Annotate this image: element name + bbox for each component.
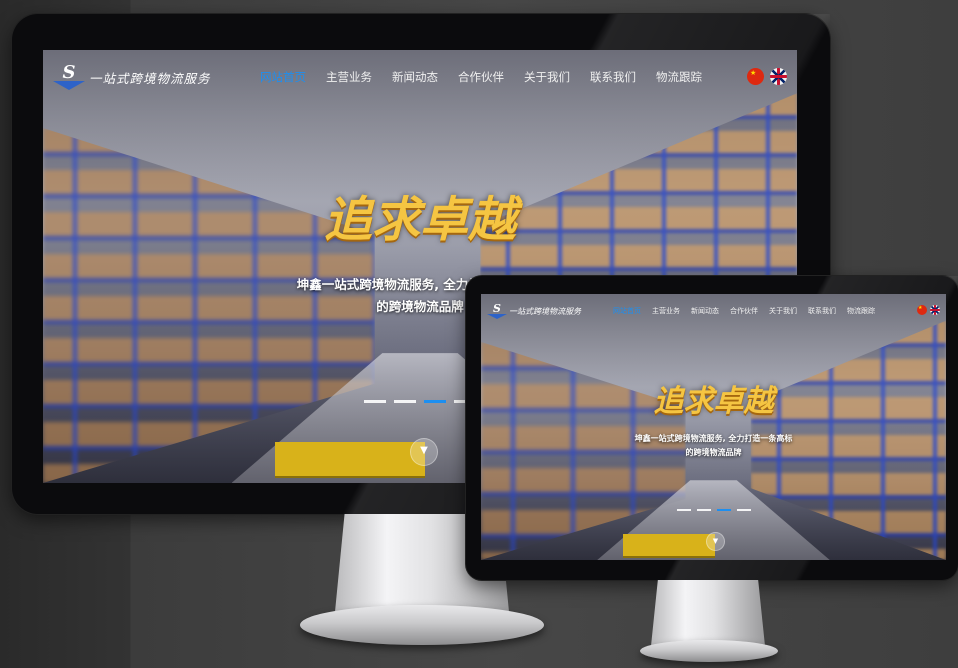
hero-subtitle: 坤鑫一站式跨境物流服务, 全力打造一条高标 的跨境物流品牌 xyxy=(481,432,946,460)
main-menu: 网站首页 主营业务 新闻动态 合作伙伴 关于我们 联系我们 物流跟踪 xyxy=(613,306,886,316)
menu-item-tracking[interactable]: 物流跟踪 xyxy=(656,69,702,85)
logo-text: 一站式跨境物流服务 xyxy=(89,70,211,86)
china-flag-icon[interactable] xyxy=(747,68,764,85)
menu-item-news[interactable]: 新闻动态 xyxy=(691,306,719,316)
china-flag-icon[interactable] xyxy=(917,305,927,315)
hero-slogan: 追求卓越 xyxy=(653,384,774,419)
language-switcher xyxy=(914,305,940,315)
menu-item-home[interactable]: 网站首页 xyxy=(260,69,306,85)
carousel-dot[interactable] xyxy=(676,509,691,511)
menu-item-tracking[interactable]: 物流跟踪 xyxy=(847,306,875,316)
hero-slogan: 追求卓越 xyxy=(323,192,516,248)
carousel-dot[interactable] xyxy=(736,509,751,511)
hero-subtitle-line1: 坤鑫一站式跨境物流服务, 全力打造一条高标 xyxy=(634,434,793,443)
hero-subtitle-line2: 的跨境物流品牌 xyxy=(685,448,742,457)
ship-logo-icon: S xyxy=(487,303,507,319)
menu-item-contact[interactable]: 联系我们 xyxy=(808,306,836,316)
chevron-down-icon: ▼ xyxy=(420,445,428,456)
menu-item-about[interactable]: 关于我们 xyxy=(524,69,570,85)
site-nav: S 一站式跨境物流服务 网站首页 主营业务 新闻动态 合作伙伴 关于我们 联系我… xyxy=(481,294,946,328)
language-switcher xyxy=(741,68,787,85)
carousel-dot[interactable] xyxy=(696,509,711,511)
menu-item-partners[interactable]: 合作伙伴 xyxy=(458,69,504,85)
menu-item-business[interactable]: 主营业务 xyxy=(326,69,372,85)
main-menu: 网站首页 主营业务 新闻动态 合作伙伴 关于我们 联系我们 物流跟踪 xyxy=(260,69,722,85)
site-nav: S 一站式跨境物流服务 网站首页 主营业务 新闻动态 合作伙伴 关于我们 联系我… xyxy=(43,50,797,104)
uk-flag-icon[interactable] xyxy=(930,305,940,315)
site-logo[interactable]: S 一站式跨境物流服务 xyxy=(53,64,258,90)
carousel-dot[interactable] xyxy=(364,400,386,403)
yellow-pallet xyxy=(275,442,425,476)
small-monitor-stand xyxy=(651,580,765,646)
menu-item-home[interactable]: 网站首页 xyxy=(613,306,641,316)
menu-item-about[interactable]: 关于我们 xyxy=(769,306,797,316)
menu-item-news[interactable]: 新闻动态 xyxy=(392,69,438,85)
menu-item-partners[interactable]: 合作伙伴 xyxy=(730,306,758,316)
scroll-down-button[interactable]: ▼ xyxy=(410,438,438,466)
site-logo[interactable]: S 一站式跨境物流服务 xyxy=(487,303,613,319)
yellow-pallet xyxy=(623,534,715,556)
carousel-dot-active[interactable] xyxy=(716,509,731,511)
small-monitor-screen: S 一站式跨境物流服务 网站首页 主营业务 新闻动态 合作伙伴 关于我们 联系我… xyxy=(481,294,946,560)
ship-logo-icon: S xyxy=(53,64,85,90)
hero-background xyxy=(481,294,946,560)
carousel-dot[interactable] xyxy=(394,400,416,403)
logo-text: 一站式跨境物流服务 xyxy=(509,306,581,316)
menu-item-contact[interactable]: 联系我们 xyxy=(590,69,636,85)
carousel-indicators xyxy=(481,509,946,511)
small-monitor-base xyxy=(640,640,778,662)
large-monitor-base xyxy=(300,605,544,645)
carousel-dot-active[interactable] xyxy=(424,400,446,403)
scroll-down-button[interactable]: ▼ xyxy=(706,532,725,551)
uk-flag-icon[interactable] xyxy=(770,68,787,85)
chevron-down-icon: ▼ xyxy=(712,537,719,545)
menu-item-business[interactable]: 主营业务 xyxy=(652,306,680,316)
